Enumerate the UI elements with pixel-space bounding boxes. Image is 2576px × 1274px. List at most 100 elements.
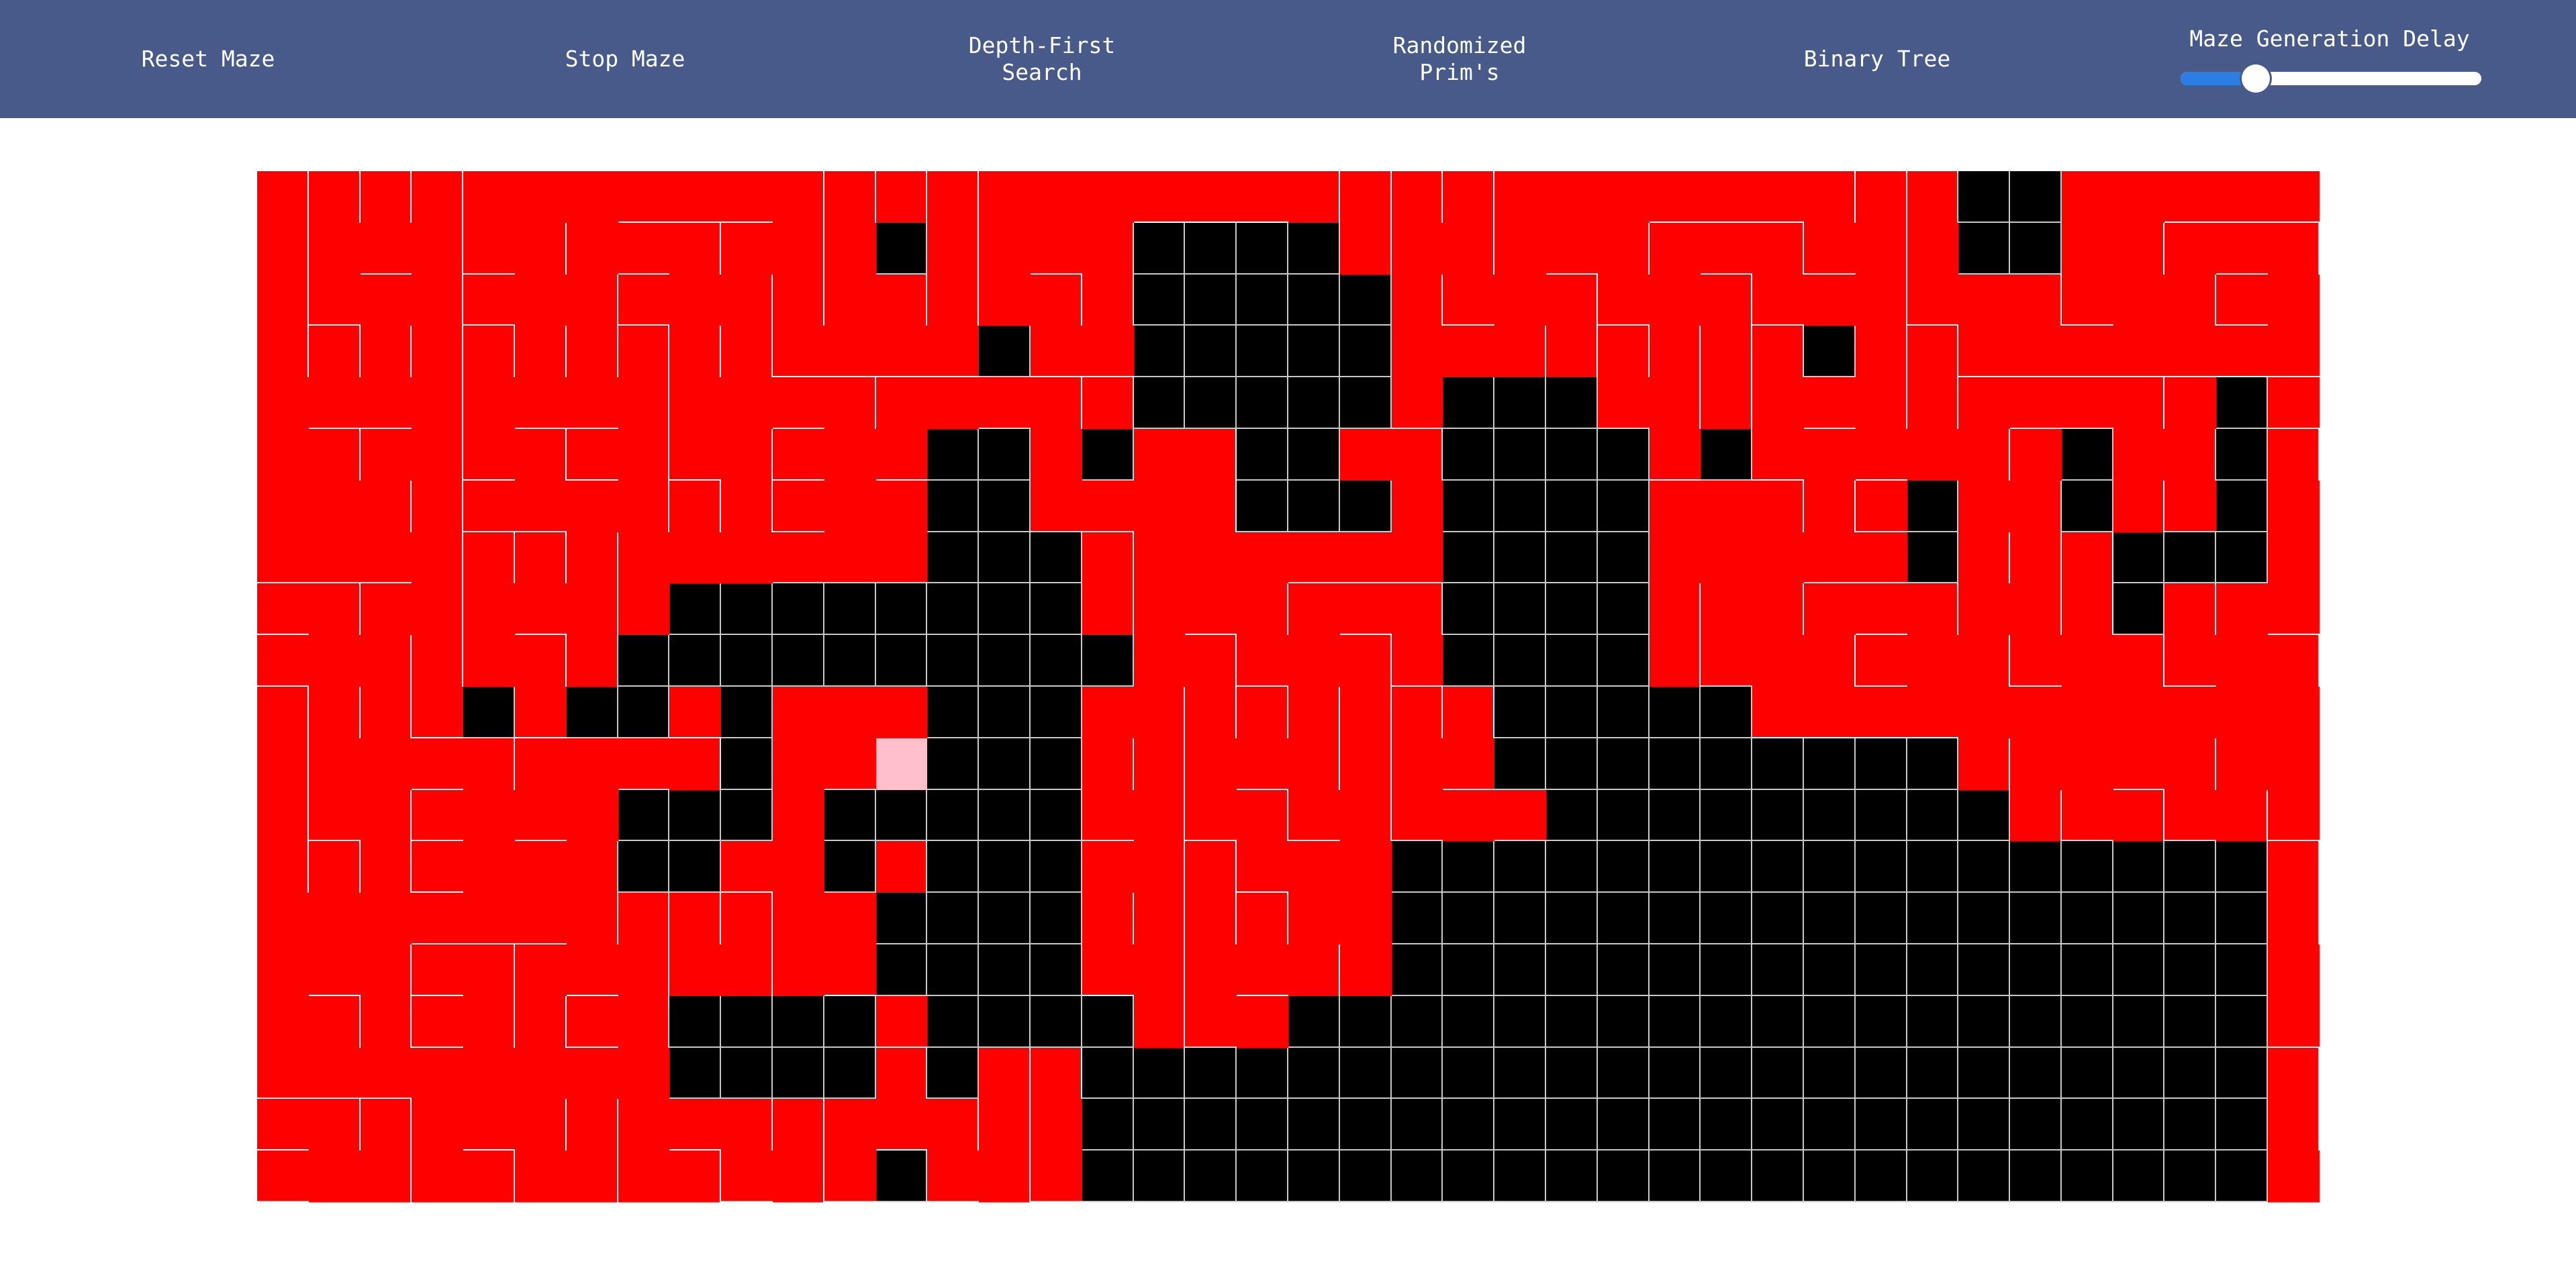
maze-cell [566,995,618,1048]
maze-cell [257,1047,309,1099]
maze-cell [875,738,928,790]
maze-cell [772,532,824,584]
maze-cell [1391,480,1443,532]
maze-cell [2164,944,2217,996]
maze-cell [2216,583,2269,636]
maze-cell [1288,274,1340,326]
maze-cell [1082,1047,1134,1099]
maze-cell [979,1047,1031,1099]
maze-cell [1803,789,1856,842]
maze-cell [1855,377,1907,429]
delay-slider-thumb[interactable] [2242,64,2270,93]
maze-cell [1339,841,1392,893]
maze-cell [1237,326,1288,378]
maze-cell [1958,995,2011,1048]
maze-cell [1907,738,1959,790]
maze-cell [1752,583,1804,636]
maze-cell [2164,738,2217,790]
maze-cell [1597,635,1650,687]
maze-cell [772,377,824,429]
maze-cell [721,480,773,532]
maze-cell [257,789,309,842]
maze-cell [412,377,464,429]
maze-cell [875,377,928,429]
maze-cell [514,995,567,1048]
maze-cell [1907,326,1959,378]
randomized-prims-button[interactable]: Randomized Prim's [1339,0,1580,118]
maze-cell [1958,326,2011,378]
maze-cell [1288,789,1340,842]
maze-cell [2061,1150,2113,1202]
maze-cell [1752,428,1804,481]
delay-slider-track[interactable] [2181,72,2481,85]
maze-cell [1443,635,1495,687]
maze-cell [257,583,309,636]
maze-cell [2216,480,2269,532]
maze-cell [927,377,980,429]
maze-cell [618,532,670,584]
stop-maze-button[interactable]: Stop Maze [504,0,746,118]
maze-cell [463,1099,515,1151]
maze-cell [308,222,361,275]
maze-cell [257,326,309,378]
maze-cell [2268,841,2320,893]
maze-cell [360,583,412,636]
maze-cell [1391,738,1443,790]
maze-cell [2113,944,2165,996]
maze-cell [2164,583,2217,636]
maze-cell [1958,222,2011,275]
maze-cell [2268,377,2320,429]
maze-cell [875,789,928,842]
maze-cell [514,738,567,790]
maze-cell [618,274,670,326]
maze-cell [1701,428,1753,481]
maze-cell [1855,944,1907,996]
maze-cell [618,377,670,429]
maze-cell [1701,841,1753,893]
maze-cell [927,995,980,1048]
maze-cell [1339,1047,1392,1099]
maze-cell [979,893,1031,944]
maze-cell [257,841,309,893]
maze-cell [1185,1047,1237,1099]
maze-cell [1649,377,1701,429]
maze-cell [514,274,567,326]
maze-cell [257,1150,309,1202]
maze-cell [2113,841,2165,893]
maze-cell [566,532,618,584]
maze-cell [1907,480,1959,532]
maze-cell [1133,738,1186,790]
maze-cell [1958,738,2011,790]
maze-cell [875,995,928,1048]
maze-cell [2268,171,2320,223]
maze-cell [463,222,515,275]
maze-cell [2113,789,2165,842]
maze-cell [1288,1047,1340,1099]
maze-cell [1701,274,1753,326]
maze-cell [669,480,722,532]
maze-cell [566,428,618,481]
maze-cell [772,738,824,790]
maze-cell [2010,995,2062,1048]
maze-cell [1339,377,1392,429]
maze-cell [1597,222,1650,275]
maze-cell [1133,893,1186,944]
depth-first-search-button[interactable]: Depth-First Search [921,0,1163,118]
maze-cell [1855,583,1907,636]
maze-cell [1855,841,1907,893]
maze-cell [1030,326,1082,378]
maze-cell [979,583,1031,636]
maze-cell [1237,428,1288,481]
maze-cell [2268,532,2320,584]
maze-cell [1855,1047,1907,1099]
reset-maze-button[interactable]: Reset Maze [87,0,329,118]
binary-tree-button[interactable]: Binary Tree [1756,0,1998,118]
maze-cell [1288,171,1340,223]
maze-cell [1649,686,1701,738]
maze-cell [1803,377,1856,429]
maze-cell [2164,274,2217,326]
maze-cell [1443,738,1495,790]
maze-cell [1288,428,1340,481]
maze-cell [1133,995,1186,1048]
maze-cell [412,532,464,584]
